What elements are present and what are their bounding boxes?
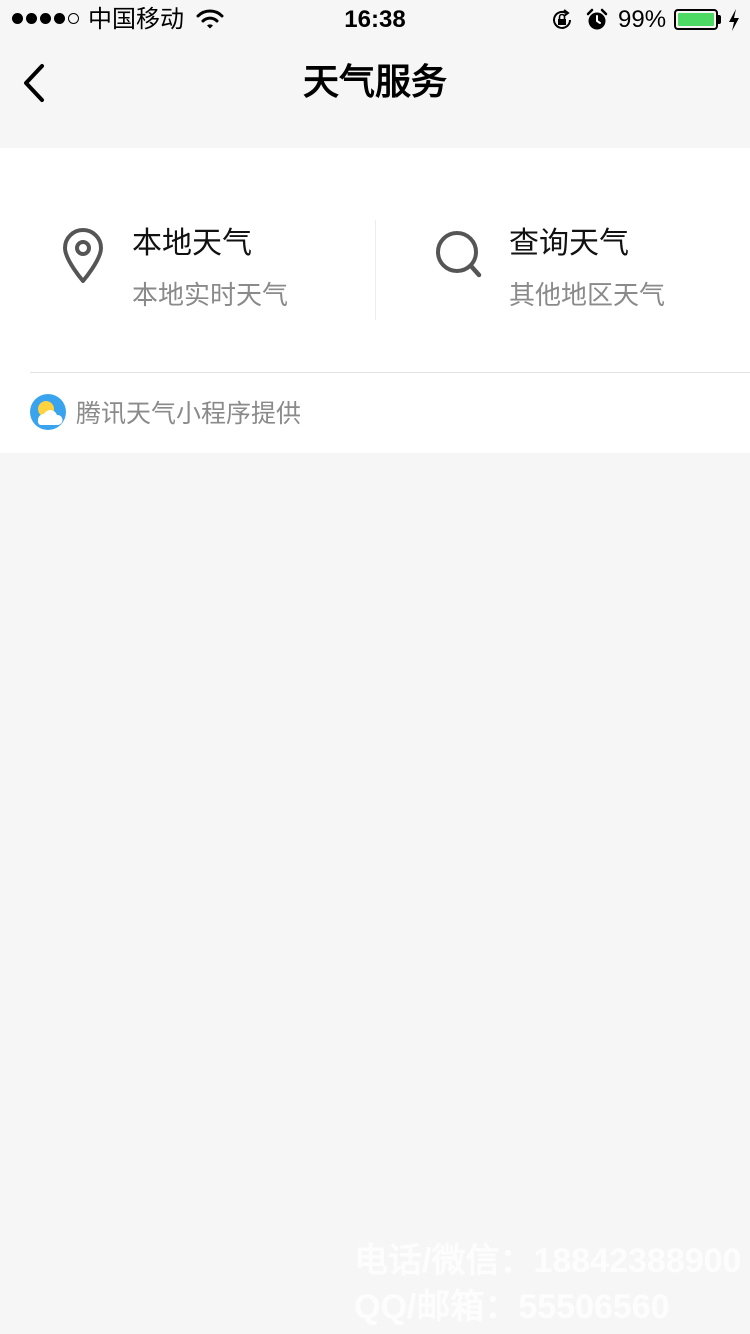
search-weather-subtitle: 其他地区天气 <box>509 281 666 311</box>
provider-credit[interactable]: 腾讯天气小程序提供 <box>30 394 301 434</box>
alarm-icon <box>585 8 609 37</box>
provider-text: 腾讯天气小程序提供 <box>76 399 302 428</box>
search-weather-option[interactable]: 查询天气 其他地区天气 <box>434 220 734 320</box>
weather-logo-icon <box>30 394 66 434</box>
weather-service-card: 本地天气 本地实时天气 查询天气 其他地区天气 腾讯天气小程序提供 <box>0 148 750 453</box>
search-icon <box>434 228 486 284</box>
vertical-divider <box>375 220 376 320</box>
navigation-bar: 天气服务 <box>0 40 750 128</box>
rotation-lock-icon <box>550 8 574 37</box>
horizontal-divider <box>30 372 750 373</box>
battery-percentage: 99% <box>618 6 667 33</box>
search-weather-title: 查询天气 <box>509 226 629 261</box>
page-title: 天气服务 <box>302 62 447 103</box>
watermark-line-2: QQ/邮箱：55506560 <box>354 1288 670 1326</box>
charging-bolt-icon <box>727 8 741 37</box>
status-bar: 中国移动 16:38 99% <box>0 0 750 40</box>
contact-watermark: 电话/微信：18842388900 QQ/邮箱：55506560 <box>354 1238 741 1330</box>
local-weather-title: 本地天气 <box>132 226 252 261</box>
local-weather-option[interactable]: 本地天气 本地实时天气 <box>60 220 360 320</box>
watermark-line-1: 电话/微信：18842388900 <box>354 1242 742 1280</box>
location-pin-icon <box>60 228 106 288</box>
battery-level <box>678 13 714 26</box>
battery-icon <box>674 9 718 30</box>
local-weather-subtitle: 本地实时天气 <box>132 281 289 311</box>
battery-cap <box>718 15 721 24</box>
